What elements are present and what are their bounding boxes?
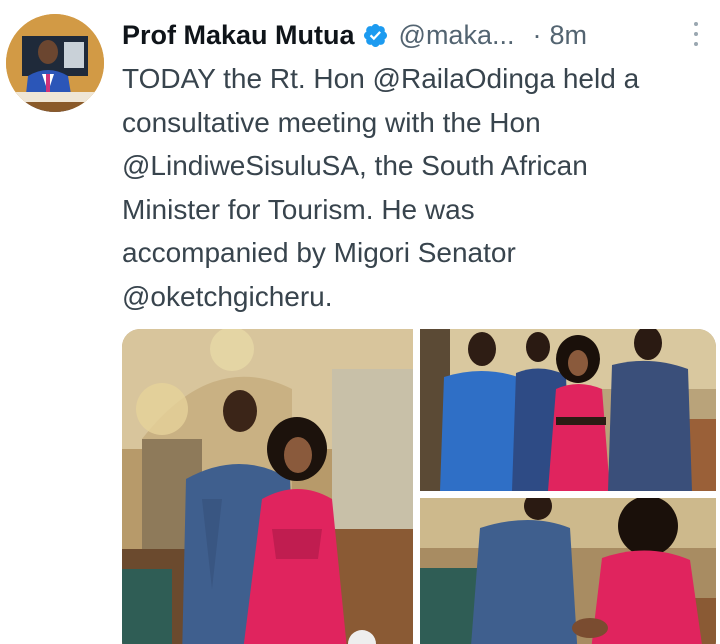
tweet-text-line: TODAY the Rt. Hon @RailaOdinga held a xyxy=(122,63,640,94)
photo-2[interactable] xyxy=(420,329,716,491)
tweet-text-line: accompanied by Migori Senator xyxy=(122,237,516,268)
photo-3[interactable] xyxy=(420,498,716,644)
author-handle[interactable]: @maka... xyxy=(399,20,515,51)
tweet-time[interactable]: 8m xyxy=(549,20,587,51)
author-name[interactable]: Prof Makau Mutua xyxy=(122,20,355,51)
photo-1[interactable] xyxy=(122,329,413,644)
tweet-text-line: @oketchgicheru. xyxy=(122,280,333,312)
tweet-text-line: @LindiweSisuluSA, the South African xyxy=(122,150,588,181)
tweet-text-line: Minister for Tourism. He was xyxy=(122,193,475,225)
avatar[interactable] xyxy=(6,14,104,112)
more-options-icon[interactable] xyxy=(688,18,704,50)
tweet-header: Prof Makau Mutua @maka... · 8m xyxy=(122,14,712,56)
tweet-text: TODAY the Rt. Hon @RailaOdinga held a co… xyxy=(122,57,717,318)
media-grid xyxy=(122,329,716,644)
tweet-text-line: consultative meeting with the Hon xyxy=(122,106,541,138)
avatar-photo xyxy=(6,14,104,112)
separator: · xyxy=(532,19,542,50)
verified-badge-icon xyxy=(362,22,389,49)
